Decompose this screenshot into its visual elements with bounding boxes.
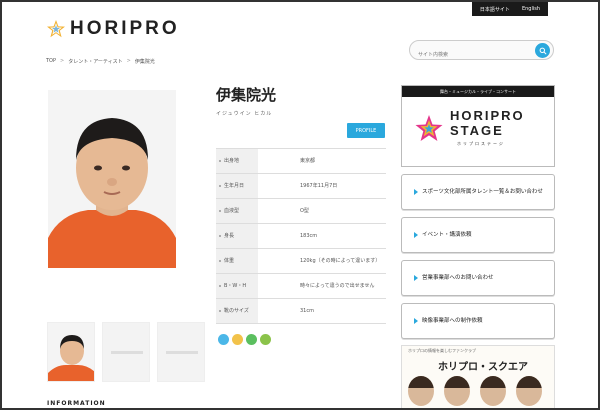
stage-wordmark: HORIPRO STAGE	[450, 108, 525, 138]
row-label: B・W・H	[216, 274, 258, 298]
arrow-right-icon	[414, 189, 418, 195]
talent-face-image	[480, 376, 506, 406]
breadcrumb-talent[interactable]: タレント・アーティスト	[68, 58, 122, 65]
table-row: 体重 120kg（その時によって違います）	[216, 249, 386, 274]
thumbnail-portrait	[48, 323, 94, 381]
button-label: スポーツ文化部所属タレント一覧＆お問い合わせ	[422, 188, 543, 195]
row-value: 1967年11月7日	[300, 183, 338, 189]
stage-banner-bar: 舞台・ミュージカル・ライブ・コンサート	[402, 86, 554, 97]
talent-face-image	[516, 376, 542, 406]
row-value: 東京都	[300, 158, 316, 164]
video-production-button[interactable]: 映像事業部への制作依頼	[401, 303, 555, 339]
button-label: 営業事業部へのお問い合わせ	[422, 274, 494, 281]
row-label: 血液型	[216, 199, 258, 223]
talent-name: 伊集院光	[216, 86, 277, 104]
breadcrumb: TOP > タレント・アーティスト > 伊集院光	[46, 58, 155, 65]
arrow-right-icon	[414, 318, 418, 324]
thumbnail-placeholder	[111, 351, 143, 354]
twitter-share-icon[interactable]	[218, 334, 229, 345]
line-share-icon[interactable]	[246, 334, 257, 345]
portrait-image	[48, 90, 176, 268]
talent-face-image	[408, 376, 434, 406]
lang-english-link[interactable]: English	[522, 6, 540, 12]
row-label: 出身地	[216, 149, 258, 173]
event-request-button[interactable]: イベント・講演依頼	[401, 217, 555, 253]
stage-subtitle: ホリプロステージ	[457, 141, 505, 146]
photo-thumbnails	[47, 322, 205, 382]
row-label: 身長	[216, 224, 258, 248]
search-icon	[539, 47, 547, 55]
social-share-buttons	[218, 334, 271, 345]
table-row: 血液型 O型	[216, 199, 386, 224]
language-bar: 日本語サイト English	[471, 2, 548, 16]
horipro-square-banner[interactable]: ホリプロの情報を楽しむファンクラブ ホリプロ・スクエア	[401, 345, 555, 408]
page-frame: 日本語サイト English HORIPRO TOP > タレント・アーティスト…	[0, 0, 600, 410]
arrow-right-icon	[414, 275, 418, 281]
row-value: 120kg（その時によって違います）	[300, 258, 381, 264]
breadcrumb-top[interactable]: TOP	[46, 58, 56, 65]
square-banner-title: ホリプロ・スクエア	[438, 362, 528, 373]
site-search	[409, 40, 554, 64]
horipro-stage-banner[interactable]: 舞台・ミュージカル・ライブ・コンサート HORIPRO STAGE ホリプロステ…	[401, 85, 555, 167]
thumbnail-placeholder	[166, 351, 198, 354]
row-label: 体重	[216, 249, 258, 273]
thumbnail-2[interactable]	[102, 322, 150, 382]
profile-button[interactable]: PROFILE	[347, 123, 385, 138]
sidebar: 舞台・ミュージカル・ライブ・コンサート HORIPRO STAGE ホリプロステ…	[401, 85, 555, 408]
row-value: 183cm	[300, 233, 318, 239]
row-label: 靴のサイズ	[216, 299, 258, 323]
thumbnail-1[interactable]	[47, 322, 95, 382]
stage-star-icon	[415, 115, 443, 141]
row-value: O型	[300, 208, 309, 214]
square-banner-faces	[408, 376, 542, 406]
sports-contact-button[interactable]: スポーツ文化部所属タレント一覧＆お問い合わせ	[401, 174, 555, 210]
row-value: 31cm	[300, 308, 314, 314]
stage-word-line-2: STAGE	[450, 123, 504, 138]
button-label: 映像事業部への制作依頼	[422, 317, 483, 324]
thumbnail-3[interactable]	[157, 322, 205, 382]
row-label: 生年月日	[216, 174, 258, 198]
horipro-logo[interactable]: HORIPRO	[46, 18, 180, 40]
logo-wordmark: HORIPRO	[70, 18, 180, 39]
button-label: イベント・講演依頼	[422, 231, 472, 238]
table-row: 身長 183cm	[216, 224, 386, 249]
breadcrumb-separator: >	[126, 58, 131, 64]
star-logo-icon	[47, 20, 65, 38]
breadcrumb-current: 伊集院光	[134, 59, 155, 65]
arrow-right-icon	[414, 232, 418, 238]
share-icon-4[interactable]	[260, 334, 271, 345]
square-banner-caption: ホリプロの情報を楽しむファンクラブ	[408, 348, 476, 353]
profile-table: 出身地 東京都 生年月日 1967年11月7日 血液型 O型 身長 183cm …	[216, 148, 386, 324]
share-icon-2[interactable]	[232, 334, 243, 345]
table-row: B・W・H 時々によって違うので出せません	[216, 274, 386, 299]
sales-contact-button[interactable]: 営業事業部へのお問い合わせ	[401, 260, 555, 296]
talent-face-image	[444, 376, 470, 406]
stage-word-line-1: HORIPRO	[450, 108, 525, 123]
profile-photo	[48, 90, 176, 268]
table-row: 靴のサイズ 31cm	[216, 299, 386, 324]
talent-name-kana: イジュウイン ヒカル	[216, 111, 273, 117]
breadcrumb-separator: >	[60, 58, 65, 64]
lang-japanese-link[interactable]: 日本語サイト	[480, 6, 510, 13]
information-heading: INFORMATION	[47, 400, 106, 407]
search-button[interactable]	[535, 43, 550, 58]
search-input[interactable]	[410, 46, 520, 64]
table-row: 出身地 東京都	[216, 149, 386, 174]
row-value: 時々によって違うので出せません	[300, 283, 375, 289]
table-row: 生年月日 1967年11月7日	[216, 174, 386, 199]
